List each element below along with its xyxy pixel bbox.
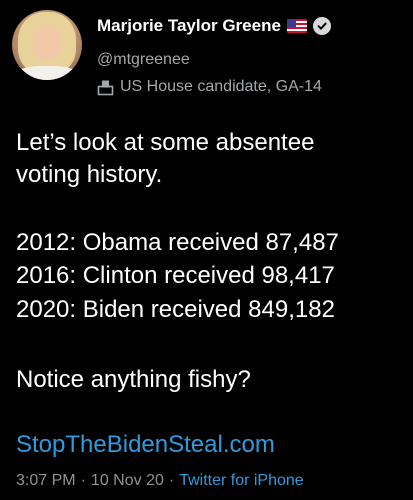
- tweet-meta: 3:07 PM · 10 Nov 20 · Twitter for iPhone: [16, 472, 304, 490]
- tweet-text-line1: Let’s look at some absentee: [16, 129, 315, 156]
- tweet-time[interactable]: 3:07 PM: [16, 472, 76, 489]
- tweet-source[interactable]: Twitter for iPhone: [179, 472, 304, 489]
- tweet-question: Notice anything fishy?: [16, 366, 251, 393]
- verified-badge-icon: [312, 17, 331, 35]
- author-name-row: Marjorie Taylor Greene: [97, 16, 331, 36]
- avatar[interactable]: [12, 10, 82, 80]
- tweet-text-line2: voting history.: [16, 161, 163, 188]
- author-handle[interactable]: @mtgreenee: [97, 51, 190, 69]
- tweet-stat-2020: 2020: Biden received 849,182: [16, 296, 335, 323]
- tweet-link[interactable]: StopTheBidenSteal.com: [16, 429, 275, 461]
- us-flag-icon: [286, 19, 307, 33]
- meta-separator: ·: [168, 472, 175, 489]
- avatar-face: [32, 24, 62, 62]
- avatar-shirt: [16, 66, 78, 80]
- meta-separator: ·: [80, 472, 86, 489]
- ballot-box-icon: [97, 79, 114, 96]
- author-label: US House candidate, GA-14: [120, 78, 322, 95]
- author-display-name[interactable]: Marjorie Taylor Greene: [97, 16, 281, 36]
- tweet-stat-2012: 2012: Obama received 87,487: [16, 229, 339, 256]
- tweet-date[interactable]: 10 Nov 20: [91, 472, 164, 489]
- tweet-stat-2016: 2016: Clinton received 98,417: [16, 262, 335, 289]
- author-label-row: US House candidate, GA-14: [97, 78, 322, 96]
- tweet-card: Marjorie Taylor Greene @mtgreenee US Hou…: [0, 0, 413, 500]
